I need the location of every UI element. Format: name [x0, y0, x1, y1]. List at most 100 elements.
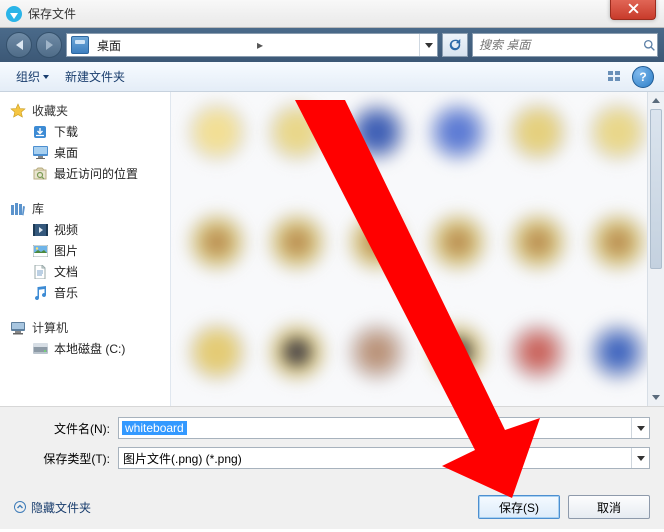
filename-history-dropdown[interactable]: [631, 418, 649, 438]
sidebar-item-music[interactable]: 音乐: [10, 282, 166, 303]
file-thumbnail[interactable]: [506, 210, 570, 274]
app-icon: [6, 6, 22, 22]
file-thumbnail[interactable]: [506, 320, 570, 384]
file-thumbnail[interactable]: [265, 100, 329, 164]
chevron-up-icon: [14, 501, 26, 513]
recent-icon: [32, 166, 48, 182]
new-folder-button[interactable]: 新建文件夹: [59, 66, 131, 87]
sidebar-item-videos[interactable]: 视频: [10, 219, 166, 240]
file-thumbnail[interactable]: [426, 320, 490, 384]
search-input[interactable]: [473, 38, 642, 52]
file-thumbnail[interactable]: [265, 320, 329, 384]
desktop-icon: [71, 36, 89, 54]
sidebar-group-favorites[interactable]: 收藏夹: [10, 102, 166, 119]
file-thumbnail[interactable]: [265, 210, 329, 274]
download-icon: [32, 124, 48, 140]
search-icon: [642, 39, 657, 52]
item-label: 视频: [54, 221, 78, 238]
sidebar-item-documents[interactable]: 文档: [10, 261, 166, 282]
star-icon: [10, 103, 26, 119]
computer-icon: [10, 320, 26, 336]
refresh-button[interactable]: [442, 33, 468, 57]
chevron-right-icon[interactable]: ▸: [255, 38, 265, 52]
picture-icon: [32, 243, 48, 259]
dialog-footer: 隐藏文件夹 保存(S) 取消: [0, 485, 664, 529]
save-button[interactable]: 保存(S): [478, 495, 560, 519]
filetype-field[interactable]: 图片文件(.png) (*.png): [118, 447, 650, 469]
toolbar: 组织 新建文件夹 ?: [0, 62, 664, 92]
filename-label: 文件名(N):: [14, 420, 118, 437]
close-button[interactable]: [610, 0, 656, 20]
search-box[interactable]: [472, 33, 658, 57]
scrollbar[interactable]: [647, 92, 664, 406]
group-label: 收藏夹: [32, 102, 68, 119]
titlebar: 保存文件: [0, 0, 664, 28]
window-title: 保存文件: [28, 5, 76, 22]
scroll-up-button[interactable]: [648, 92, 664, 109]
scroll-thumb[interactable]: [650, 109, 662, 269]
save-fields: 文件名(N): whiteboard 保存类型(T): 图片文件(.png) (…: [0, 406, 664, 485]
filetype-label: 保存类型(T):: [14, 450, 118, 467]
file-thumbnail[interactable]: [185, 320, 249, 384]
library-icon: [10, 201, 26, 217]
sidebar: 收藏夹 下载 桌面 最近访问的位置 库 视频 图片 文档: [0, 92, 170, 406]
item-label: 本地磁盘 (C:): [54, 340, 125, 357]
sidebar-group-computer[interactable]: 计算机: [10, 319, 166, 336]
sidebar-item-recent[interactable]: 最近访问的位置: [10, 163, 166, 184]
hide-folders-label: 隐藏文件夹: [31, 499, 91, 516]
nav-forward-button[interactable]: [36, 32, 62, 58]
file-thumbnail[interactable]: [185, 210, 249, 274]
group-label: 计算机: [32, 319, 68, 336]
group-label: 库: [32, 200, 44, 217]
navbar: 桌面 ▸: [0, 28, 664, 62]
nav-back-button[interactable]: [6, 32, 32, 58]
sidebar-item-desktop[interactable]: 桌面: [10, 142, 166, 163]
document-icon: [32, 264, 48, 280]
sidebar-item-pictures[interactable]: 图片: [10, 240, 166, 261]
file-thumbnail[interactable]: [185, 100, 249, 164]
close-icon: [628, 3, 639, 14]
new-folder-label: 新建文件夹: [65, 68, 125, 85]
sidebar-group-libraries[interactable]: 库: [10, 200, 166, 217]
video-icon: [32, 222, 48, 238]
file-thumbnail[interactable]: [345, 210, 409, 274]
file-thumbnail[interactable]: [586, 320, 650, 384]
item-label: 音乐: [54, 284, 78, 301]
scroll-down-button[interactable]: [648, 389, 664, 406]
filename-field[interactable]: whiteboard: [118, 417, 650, 439]
file-thumbnail[interactable]: [586, 210, 650, 274]
organize-label: 组织: [16, 68, 40, 85]
item-label: 下载: [54, 123, 78, 140]
file-thumbnail[interactable]: [345, 320, 409, 384]
sidebar-item-drive-c[interactable]: 本地磁盘 (C:): [10, 338, 166, 359]
help-button[interactable]: ?: [632, 66, 654, 88]
filename-value[interactable]: whiteboard: [122, 421, 187, 435]
body: 收藏夹 下载 桌面 最近访问的位置 库 视频 图片 文档: [0, 92, 664, 406]
file-thumbnail[interactable]: [426, 100, 490, 164]
music-icon: [32, 285, 48, 301]
chevron-down-icon: [43, 75, 49, 79]
item-label: 桌面: [54, 144, 78, 161]
address-history-dropdown[interactable]: [419, 34, 437, 56]
refresh-icon: [448, 38, 462, 52]
view-icon: [607, 70, 623, 84]
sidebar-item-downloads[interactable]: 下载: [10, 121, 166, 142]
desktop-icon: [32, 145, 48, 161]
filetype-value: 图片文件(.png) (*.png): [119, 450, 242, 467]
drive-icon: [32, 341, 48, 357]
hide-folders-button[interactable]: 隐藏文件夹: [14, 499, 91, 516]
address-bar[interactable]: 桌面 ▸: [66, 33, 438, 57]
file-browser[interactable]: [170, 92, 664, 406]
view-options-button[interactable]: [604, 66, 628, 88]
file-thumbnail[interactable]: [426, 210, 490, 274]
item-label: 文档: [54, 263, 78, 280]
file-thumbnail[interactable]: [345, 100, 409, 164]
item-label: 图片: [54, 242, 78, 259]
item-label: 最近访问的位置: [54, 165, 138, 182]
file-thumbnail[interactable]: [506, 100, 570, 164]
filetype-dropdown[interactable]: [631, 448, 649, 468]
file-thumbnail[interactable]: [586, 100, 650, 164]
organize-button[interactable]: 组织: [10, 66, 55, 87]
cancel-button[interactable]: 取消: [568, 495, 650, 519]
address-location: 桌面: [93, 37, 255, 54]
